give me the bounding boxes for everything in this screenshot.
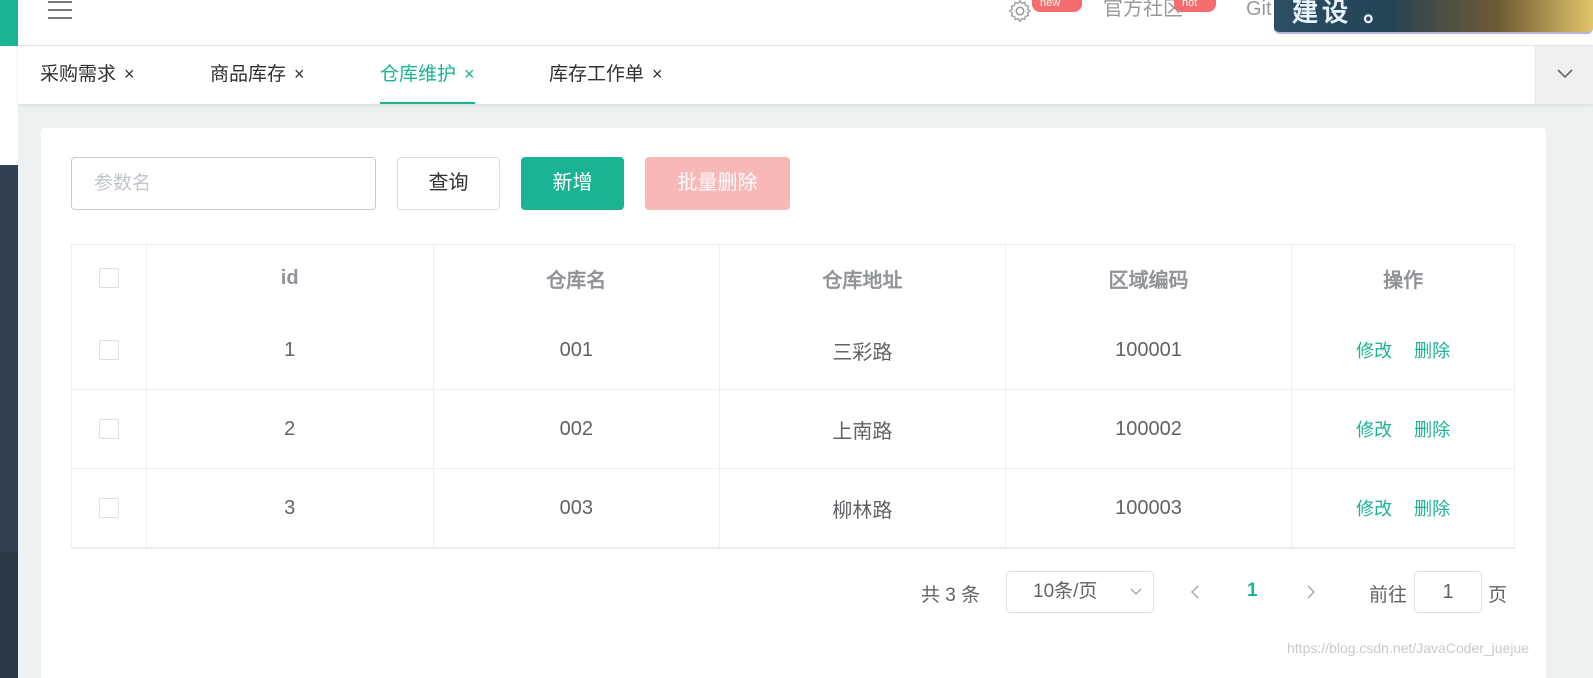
promo-banner[interactable]: 建设 。 [1274, 0, 1593, 34]
tabs-bar: 采购需求 × 商品库存 × 仓库维护 × 库存工作单 × [18, 46, 1593, 104]
cell-name: 001 [434, 311, 721, 389]
close-icon[interactable]: × [294, 64, 305, 84]
cell-actions: 修改 删除 [1292, 390, 1514, 468]
table-header-row: id 仓库名 仓库地址 区域编码 操作 [72, 245, 1514, 311]
sidebar-menu-area-lower [0, 552, 18, 678]
cell-actions: 修改 删除 [1292, 469, 1514, 547]
cell-region-code: 100003 [1006, 469, 1293, 547]
row-checkbox-cell [72, 390, 147, 468]
edit-button[interactable]: 修改 [1356, 495, 1392, 521]
community-link[interactable]: 官方社区 [1103, 0, 1183, 22]
sidebar-logo-area [0, 0, 18, 46]
top-header: new 官方社区 hot Git 建设 。 [18, 0, 1593, 46]
new-badge: new [1032, 0, 1082, 12]
hot-badge: hot [1174, 0, 1216, 12]
page-number[interactable]: 1 [1247, 580, 1258, 602]
tab-warehouse-maintenance[interactable]: 仓库维护 × [380, 46, 475, 104]
close-icon[interactable]: × [464, 64, 475, 84]
page-suffix: 页 [1488, 585, 1508, 606]
row-checkbox[interactable] [98, 419, 119, 439]
warehouse-table: id 仓库名 仓库地址 区域编码 操作 1 001 三彩路 100001 修改 … [71, 244, 1515, 549]
tab-label: 商品库存 [210, 64, 287, 85]
column-header-region-code: 区域编码 [1006, 245, 1293, 311]
tab-stock-worksheet[interactable]: 库存工作单 × [549, 46, 663, 104]
watermark: https://blog.csdn.net/JavaCoder_juejue [1287, 640, 1530, 656]
banner-text: 建设 。 [1292, 0, 1394, 27]
close-icon[interactable]: × [124, 64, 135, 84]
chevron-down-icon [1130, 588, 1142, 595]
tabs-more-button[interactable] [1535, 46, 1593, 104]
goto-label: 前往 [1369, 585, 1408, 606]
chevron-left-icon[interactable] [1189, 583, 1201, 601]
row-checkbox[interactable] [98, 340, 119, 360]
param-name-input[interactable] [71, 157, 376, 210]
chevron-right-icon[interactable] [1305, 583, 1317, 601]
cell-actions: 修改 删除 [1292, 311, 1514, 389]
cell-address: 柳林路 [720, 469, 1006, 547]
edit-button[interactable]: 修改 [1356, 416, 1392, 442]
tab-label: 采购需求 [40, 64, 117, 85]
menu-toggle-icon[interactable] [48, 0, 74, 22]
cell-region-code: 100002 [1006, 390, 1293, 468]
cell-name: 002 [434, 390, 721, 468]
row-checkbox[interactable] [98, 498, 119, 518]
content-card: 查询 新增 批量删除 id 仓库名 仓库地址 区域编码 操作 1 001 三彩路… [41, 128, 1546, 678]
column-header-id: id [147, 245, 434, 311]
table-row: 3 003 柳林路 100003 修改 删除 [72, 469, 1514, 548]
tab-goods-stock[interactable]: 商品库存 × [210, 46, 305, 104]
row-checkbox-cell [72, 469, 147, 547]
goto-page-input[interactable] [1414, 571, 1482, 613]
gear-icon[interactable] [1007, 0, 1033, 24]
column-header-actions: 操作 [1383, 269, 1424, 292]
sidebar-edge [0, 0, 18, 678]
tab-label: 仓库维护 [380, 64, 457, 85]
column-header-name: 仓库名 [434, 245, 721, 311]
delete-button[interactable]: 删除 [1414, 337, 1450, 363]
batch-delete-button[interactable]: 批量删除 [645, 157, 790, 210]
table-row: 1 001 三彩路 100001 修改 删除 [72, 311, 1514, 390]
pagination-total: 共 3 条 [921, 585, 981, 606]
close-icon[interactable]: × [652, 64, 663, 84]
row-checkbox-cell [72, 311, 147, 389]
tab-label: 库存工作单 [549, 64, 645, 85]
cell-id: 2 [147, 390, 434, 468]
tab-purchase-demand[interactable]: 采购需求 × [40, 46, 135, 104]
header-checkbox-cell [72, 245, 147, 311]
cell-id: 3 [147, 469, 434, 547]
delete-button[interactable]: 删除 [1414, 495, 1450, 521]
git-link[interactable]: Git [1246, 0, 1272, 22]
cell-name: 003 [434, 469, 721, 547]
query-button[interactable]: 查询 [397, 157, 500, 210]
edit-button[interactable]: 修改 [1356, 337, 1392, 363]
column-header-address: 仓库地址 [720, 245, 1006, 311]
sidebar-menu-area [0, 165, 18, 552]
select-all-checkbox[interactable] [98, 268, 119, 288]
cell-address: 上南路 [720, 390, 1006, 468]
cell-region-code: 100001 [1006, 311, 1293, 389]
table-row: 2 002 上南路 100002 修改 删除 [72, 390, 1514, 469]
chevron-down-icon [1557, 69, 1573, 79]
delete-button[interactable]: 删除 [1414, 416, 1450, 442]
cell-address: 三彩路 [720, 311, 1006, 389]
page-size-select[interactable]: 10条/页 [1006, 571, 1154, 613]
add-button[interactable]: 新增 [521, 157, 624, 210]
page-size-value: 10条/页 [1033, 581, 1098, 602]
cell-id: 1 [147, 311, 434, 389]
